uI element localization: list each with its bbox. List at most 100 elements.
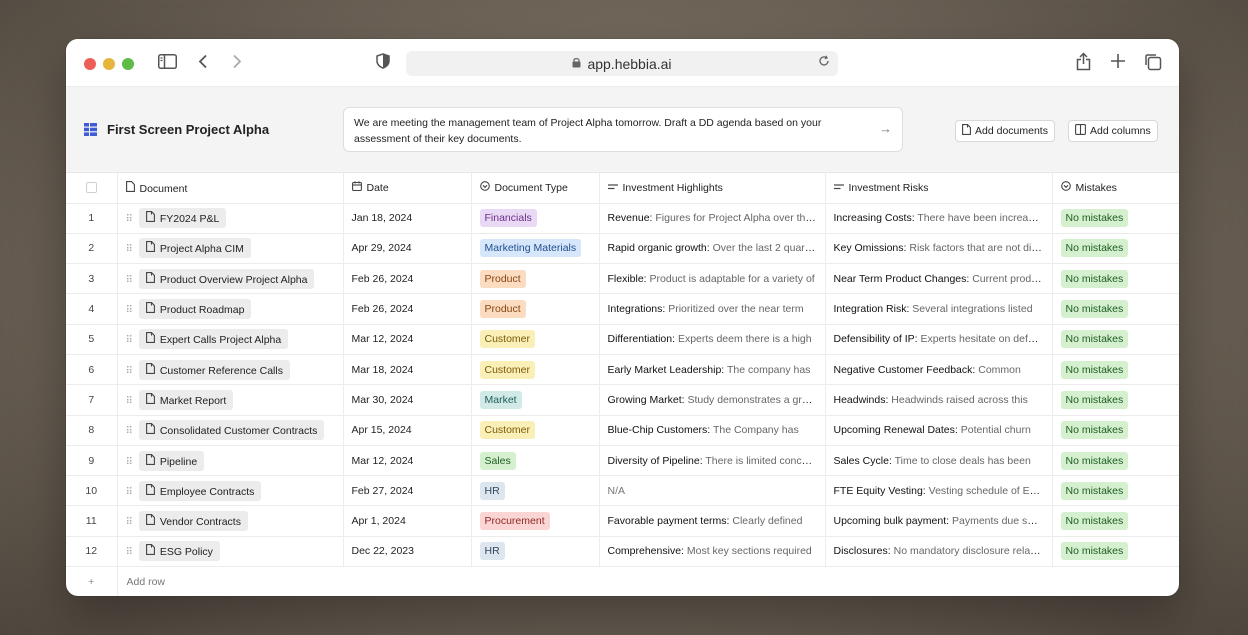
date-cell[interactable]: Apr 15, 2024 <box>343 415 472 446</box>
table-row[interactable]: 9 ⠿ Pipeline Mar 12, 2024 Sales Diversity… <box>66 445 1179 477</box>
document-type-cell[interactable]: Procurement <box>471 505 600 537</box>
highlights-cell[interactable]: Favorable payment terms: Clearly defined <box>599 505 826 537</box>
document-chip[interactable]: Vendor Contracts <box>138 511 248 532</box>
date-cell[interactable]: Feb 26, 2024 <box>343 263 472 295</box>
highlights-cell[interactable]: Flexible: Product is adaptable for a var… <box>599 263 826 295</box>
date-cell[interactable]: Jan 18, 2024 <box>343 203 472 234</box>
table-row[interactable]: 2 ⠿ Project Alpha CIM Apr 29, 2024 Market… <box>66 233 1179 265</box>
add-documents-button[interactable]: Add documents <box>955 120 1055 142</box>
document-type-cell[interactable]: Financials <box>471 203 600 234</box>
table-row[interactable]: 12 ⠿ ESG Policy Dec 22, 2023 HR Comprehen… <box>66 536 1179 568</box>
document-chip[interactable]: Product Roadmap <box>138 299 252 320</box>
document-cell[interactable]: ⠿ Pipeline <box>117 445 344 477</box>
table-row[interactable]: 3 ⠿ Product Overview Project Alpha Feb 26… <box>66 263 1179 295</box>
highlights-cell[interactable]: Differentiation: Experts deem there is a… <box>599 324 826 355</box>
close-window-button[interactable] <box>84 58 96 70</box>
document-type-cell[interactable]: Customer <box>471 354 600 386</box>
column-header-date[interactable]: Date <box>343 173 472 204</box>
mistakes-cell[interactable]: No mistakes <box>1052 233 1179 265</box>
plus-icon[interactable]: + <box>66 566 118 596</box>
drag-handle-icon[interactable]: ⠿ <box>126 547 133 558</box>
document-type-cell[interactable]: Market <box>471 384 600 416</box>
minimize-window-button[interactable] <box>103 58 115 70</box>
table-row[interactable]: 5 ⠿ Expert Calls Project Alpha Mar 12, 20… <box>66 324 1179 355</box>
drag-handle-icon[interactable]: ⠿ <box>126 517 133 528</box>
date-cell[interactable]: Mar 12, 2024 <box>343 445 472 477</box>
document-cell[interactable]: ⠿ ESG Policy <box>117 536 344 568</box>
date-cell[interactable]: Mar 12, 2024 <box>343 324 472 355</box>
new-tab-icon[interactable] <box>1110 53 1126 73</box>
column-header-document-type[interactable]: Document Type <box>471 173 600 204</box>
document-cell[interactable]: ⠿ Vendor Contracts <box>117 505 344 537</box>
sidebar-toggle-icon[interactable] <box>158 53 177 73</box>
document-type-cell[interactable]: Sales <box>471 445 600 477</box>
document-chip[interactable]: Consolidated Customer Contracts <box>138 420 325 441</box>
drag-handle-icon[interactable]: ⠿ <box>126 426 133 437</box>
document-chip[interactable]: Expert Calls Project Alpha <box>138 329 289 350</box>
forward-icon[interactable] <box>232 53 242 73</box>
document-cell[interactable]: ⠿ FY2024 P&L <box>117 203 344 234</box>
risks-cell[interactable]: Upcoming Renewal Dates: Potential churn <box>825 415 1053 446</box>
mistakes-cell[interactable]: No mistakes <box>1052 203 1179 234</box>
add-row[interactable]: + Add row <box>66 566 1179 596</box>
arrow-right-icon[interactable]: → <box>879 121 892 137</box>
mistakes-cell[interactable]: No mistakes <box>1052 536 1179 568</box>
add-columns-button[interactable]: Add columns <box>1068 120 1158 142</box>
tab-overview-icon[interactable] <box>1144 53 1162 75</box>
highlights-cell[interactable]: Diversity of Pipeline: There is limited … <box>599 445 826 477</box>
drag-handle-icon[interactable]: ⠿ <box>126 305 133 316</box>
document-type-cell[interactable]: HR <box>471 475 600 507</box>
mistakes-cell[interactable]: No mistakes <box>1052 445 1179 477</box>
mistakes-cell[interactable]: No mistakes <box>1052 415 1179 446</box>
risks-cell[interactable]: Near Term Product Changes: Current produ… <box>825 263 1053 295</box>
address-bar[interactable]: app.hebbia.ai <box>406 51 838 76</box>
document-chip[interactable]: Employee Contracts <box>138 480 262 501</box>
highlights-cell[interactable]: Integrations: Prioritized over the near … <box>599 293 826 325</box>
mistakes-cell[interactable]: No mistakes <box>1052 505 1179 537</box>
table-row[interactable]: 1 ⠿ FY2024 P&L Jan 18, 2024 Financials Re… <box>66 203 1179 234</box>
highlights-cell[interactable]: Early Market Leadership: The company has <box>599 354 826 386</box>
document-chip[interactable]: ESG Policy <box>138 541 220 562</box>
document-cell[interactable]: ⠿ Consolidated Customer Contracts <box>117 415 344 446</box>
risks-cell[interactable]: Headwinds: Headwinds raised across this <box>825 384 1053 416</box>
mistakes-cell[interactable]: No mistakes <box>1052 324 1179 355</box>
document-cell[interactable]: ⠿ Employee Contracts <box>117 475 344 507</box>
back-icon[interactable] <box>198 53 208 73</box>
document-chip[interactable]: Pipeline <box>138 450 205 471</box>
document-chip[interactable]: Market Report <box>138 389 234 410</box>
document-type-cell[interactable]: Product <box>471 293 600 325</box>
drag-handle-icon[interactable]: ⠿ <box>126 487 133 498</box>
column-header-mistakes[interactable]: Mistakes <box>1052 173 1179 204</box>
risks-cell[interactable]: Negative Customer Feedback: Common <box>825 354 1053 386</box>
document-cell[interactable]: ⠿ Product Overview Project Alpha <box>117 263 344 295</box>
drag-handle-icon[interactable]: ⠿ <box>126 366 133 377</box>
reload-icon[interactable] <box>818 55 830 70</box>
column-header-document[interactable]: Document <box>117 173 344 204</box>
risks-cell[interactable]: Upcoming bulk payment: Payments due soon <box>825 505 1053 537</box>
risks-cell[interactable]: Defensibility of IP: Experts hesitate on… <box>825 324 1053 355</box>
add-row-label[interactable]: Add row <box>117 566 1179 596</box>
drag-handle-icon[interactable]: ⠿ <box>126 457 133 468</box>
document-type-cell[interactable]: Customer <box>471 415 600 446</box>
table-row[interactable]: 6 ⠿ Customer Reference Calls Mar 18, 2024… <box>66 354 1179 386</box>
drag-handle-icon[interactable]: ⠿ <box>126 335 133 346</box>
mistakes-cell[interactable]: No mistakes <box>1052 263 1179 295</box>
shield-icon[interactable] <box>376 53 390 73</box>
date-cell[interactable]: Dec 22, 2023 <box>343 536 472 568</box>
risks-cell[interactable]: Sales Cycle: Time to close deals has bee… <box>825 445 1053 477</box>
date-cell[interactable]: Feb 27, 2024 <box>343 475 472 507</box>
date-cell[interactable]: Mar 30, 2024 <box>343 384 472 416</box>
document-cell[interactable]: ⠿ Product Roadmap <box>117 293 344 325</box>
highlights-cell[interactable]: Blue-Chip Customers: The Company has <box>599 415 826 446</box>
risks-cell[interactable]: FTE Equity Vesting: Vesting schedule of … <box>825 475 1053 507</box>
column-header-investment-highlights[interactable]: Investment Highlights <box>599 173 826 204</box>
table-row[interactable]: 7 ⠿ Market Report Mar 30, 2024 Market Gro… <box>66 384 1179 416</box>
table-row[interactable]: 10 ⠿ Employee Contracts Feb 27, 2024 HR N… <box>66 475 1179 507</box>
date-cell[interactable]: Apr 1, 2024 <box>343 505 472 537</box>
date-cell[interactable]: Apr 29, 2024 <box>343 233 472 265</box>
mistakes-cell[interactable]: No mistakes <box>1052 475 1179 507</box>
highlights-cell[interactable]: Comprehensive: Most key sections require… <box>599 536 826 568</box>
drag-handle-icon[interactable]: ⠿ <box>126 396 133 407</box>
drag-handle-icon[interactable]: ⠿ <box>126 275 133 286</box>
document-chip[interactable]: Customer Reference Calls <box>138 359 290 380</box>
